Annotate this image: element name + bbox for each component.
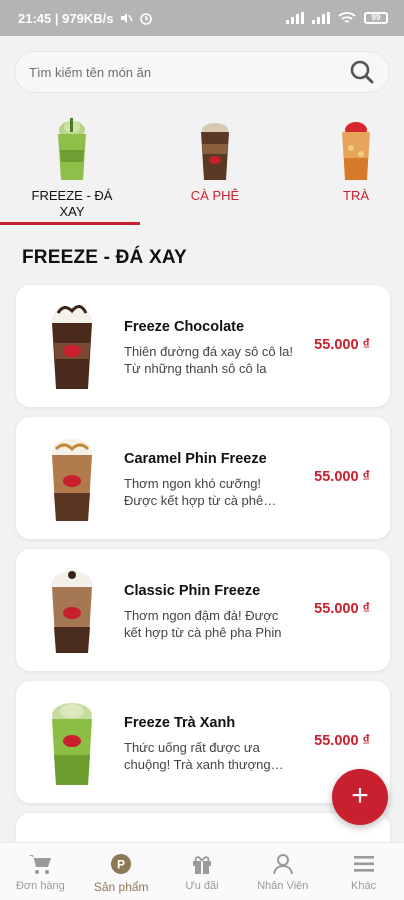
nav-label: Ưu đãi	[185, 880, 219, 892]
alarm-icon	[140, 13, 153, 25]
freeze-tra-xanh-image	[42, 695, 102, 791]
freeze-cup-icon	[53, 112, 91, 182]
product-description: Thức uống rất được ưa chuộng! Trà xanh t…	[124, 740, 271, 772]
tea-cup-icon	[337, 112, 375, 182]
search-input[interactable]	[29, 64, 349, 80]
tab-tea-label: TRÀ	[343, 188, 369, 203]
svg-text:P: P	[117, 858, 125, 872]
tab-coffee[interactable]: CÀ PHÊ	[145, 108, 285, 226]
status-bar: 21:45 | 979KB/s 99	[0, 0, 404, 36]
section-title: FREEZE - ĐÁ XAY	[22, 247, 187, 268]
product-description: Thiên đường đá xay sô cô la! Từ những th…	[124, 344, 293, 376]
cart-icon	[28, 852, 52, 876]
person-icon	[271, 852, 295, 876]
product-card[interactable]: Freeze Chocolate Thiên đường đá xay sô c…	[16, 285, 390, 407]
nav-label: Khác	[351, 880, 377, 892]
nav-label: Sản phẩm	[93, 880, 149, 894]
product-p-icon: P	[109, 852, 133, 876]
coffee-cup-icon	[196, 112, 234, 182]
search-bar[interactable]	[14, 51, 390, 93]
bottom-nav: Đơn hàng P Sản phẩm Ưu đãi Nhân Viên Khá…	[0, 842, 404, 900]
freeze-chocolate-image	[42, 299, 102, 395]
product-card[interactable]: Classic Phin Freeze Thơm ngon đậm đà! Đư…	[16, 549, 390, 671]
nav-label: Nhân Viên	[257, 880, 309, 892]
nav-item-more[interactable]: Khác	[323, 843, 404, 900]
product-price: 55.000 ₫	[314, 337, 370, 353]
tab-freeze-label: FREEZE - ĐÁ XAY	[31, 188, 113, 219]
signal-2-icon	[312, 12, 330, 24]
product-name: Classic Phin Freeze	[124, 583, 261, 599]
status-time-speed: 21:45 | 979KB/s	[18, 10, 114, 26]
product-name: Freeze Trà Xanh	[124, 715, 236, 731]
product-card[interactable]: Caramel Phin Freeze Thơm ngon khó cưỡng!…	[16, 417, 390, 539]
category-tabs: FREEZE - ĐÁ XAY CÀ PHÊ TRÀ	[0, 108, 404, 228]
battery-level: 99	[371, 13, 381, 22]
product-description: Thơm ngon đậm đà! Được kết hợp từ cà phê…	[124, 608, 282, 640]
search-icon[interactable]	[349, 59, 375, 85]
mute-icon	[121, 13, 134, 23]
nav-item-deals[interactable]: Ưu đãi	[162, 843, 243, 900]
nav-item-products[interactable]: P Sản phẩm	[81, 843, 162, 900]
wifi-icon	[338, 12, 356, 23]
nav-label: Đơn hàng	[15, 880, 65, 892]
product-name: Freeze Chocolate	[124, 319, 245, 335]
tab-freeze[interactable]: FREEZE - ĐÁ XAY	[2, 108, 142, 226]
product-price: 55.000 ₫	[314, 733, 370, 749]
signal-icon	[286, 12, 304, 24]
tab-tea[interactable]: TRÀ	[286, 108, 404, 226]
nav-item-orders[interactable]: Đơn hàng	[0, 843, 81, 900]
product-description: Thơm ngon khó cưỡng! Được kết hợp từ cà …	[124, 476, 264, 508]
product-name: Caramel Phin Freeze	[124, 451, 267, 467]
gift-icon	[190, 852, 214, 876]
status-left: 21:45 | 979KB/s	[18, 11, 153, 26]
battery-icon: 99	[364, 12, 388, 24]
tab-active-indicator	[0, 222, 140, 225]
status-right: 99	[286, 11, 388, 25]
add-product-button[interactable]: +	[332, 769, 388, 825]
tab-coffee-label: CÀ PHÊ	[190, 188, 240, 203]
product-price: 55.000 ₫	[314, 601, 370, 617]
menu-icon	[352, 852, 376, 876]
nav-item-staff[interactable]: Nhân Viên	[242, 843, 323, 900]
caramel-phin-freeze-image	[42, 431, 102, 527]
classic-phin-freeze-image	[42, 563, 102, 659]
product-price: 55.000 ₫	[314, 469, 370, 485]
